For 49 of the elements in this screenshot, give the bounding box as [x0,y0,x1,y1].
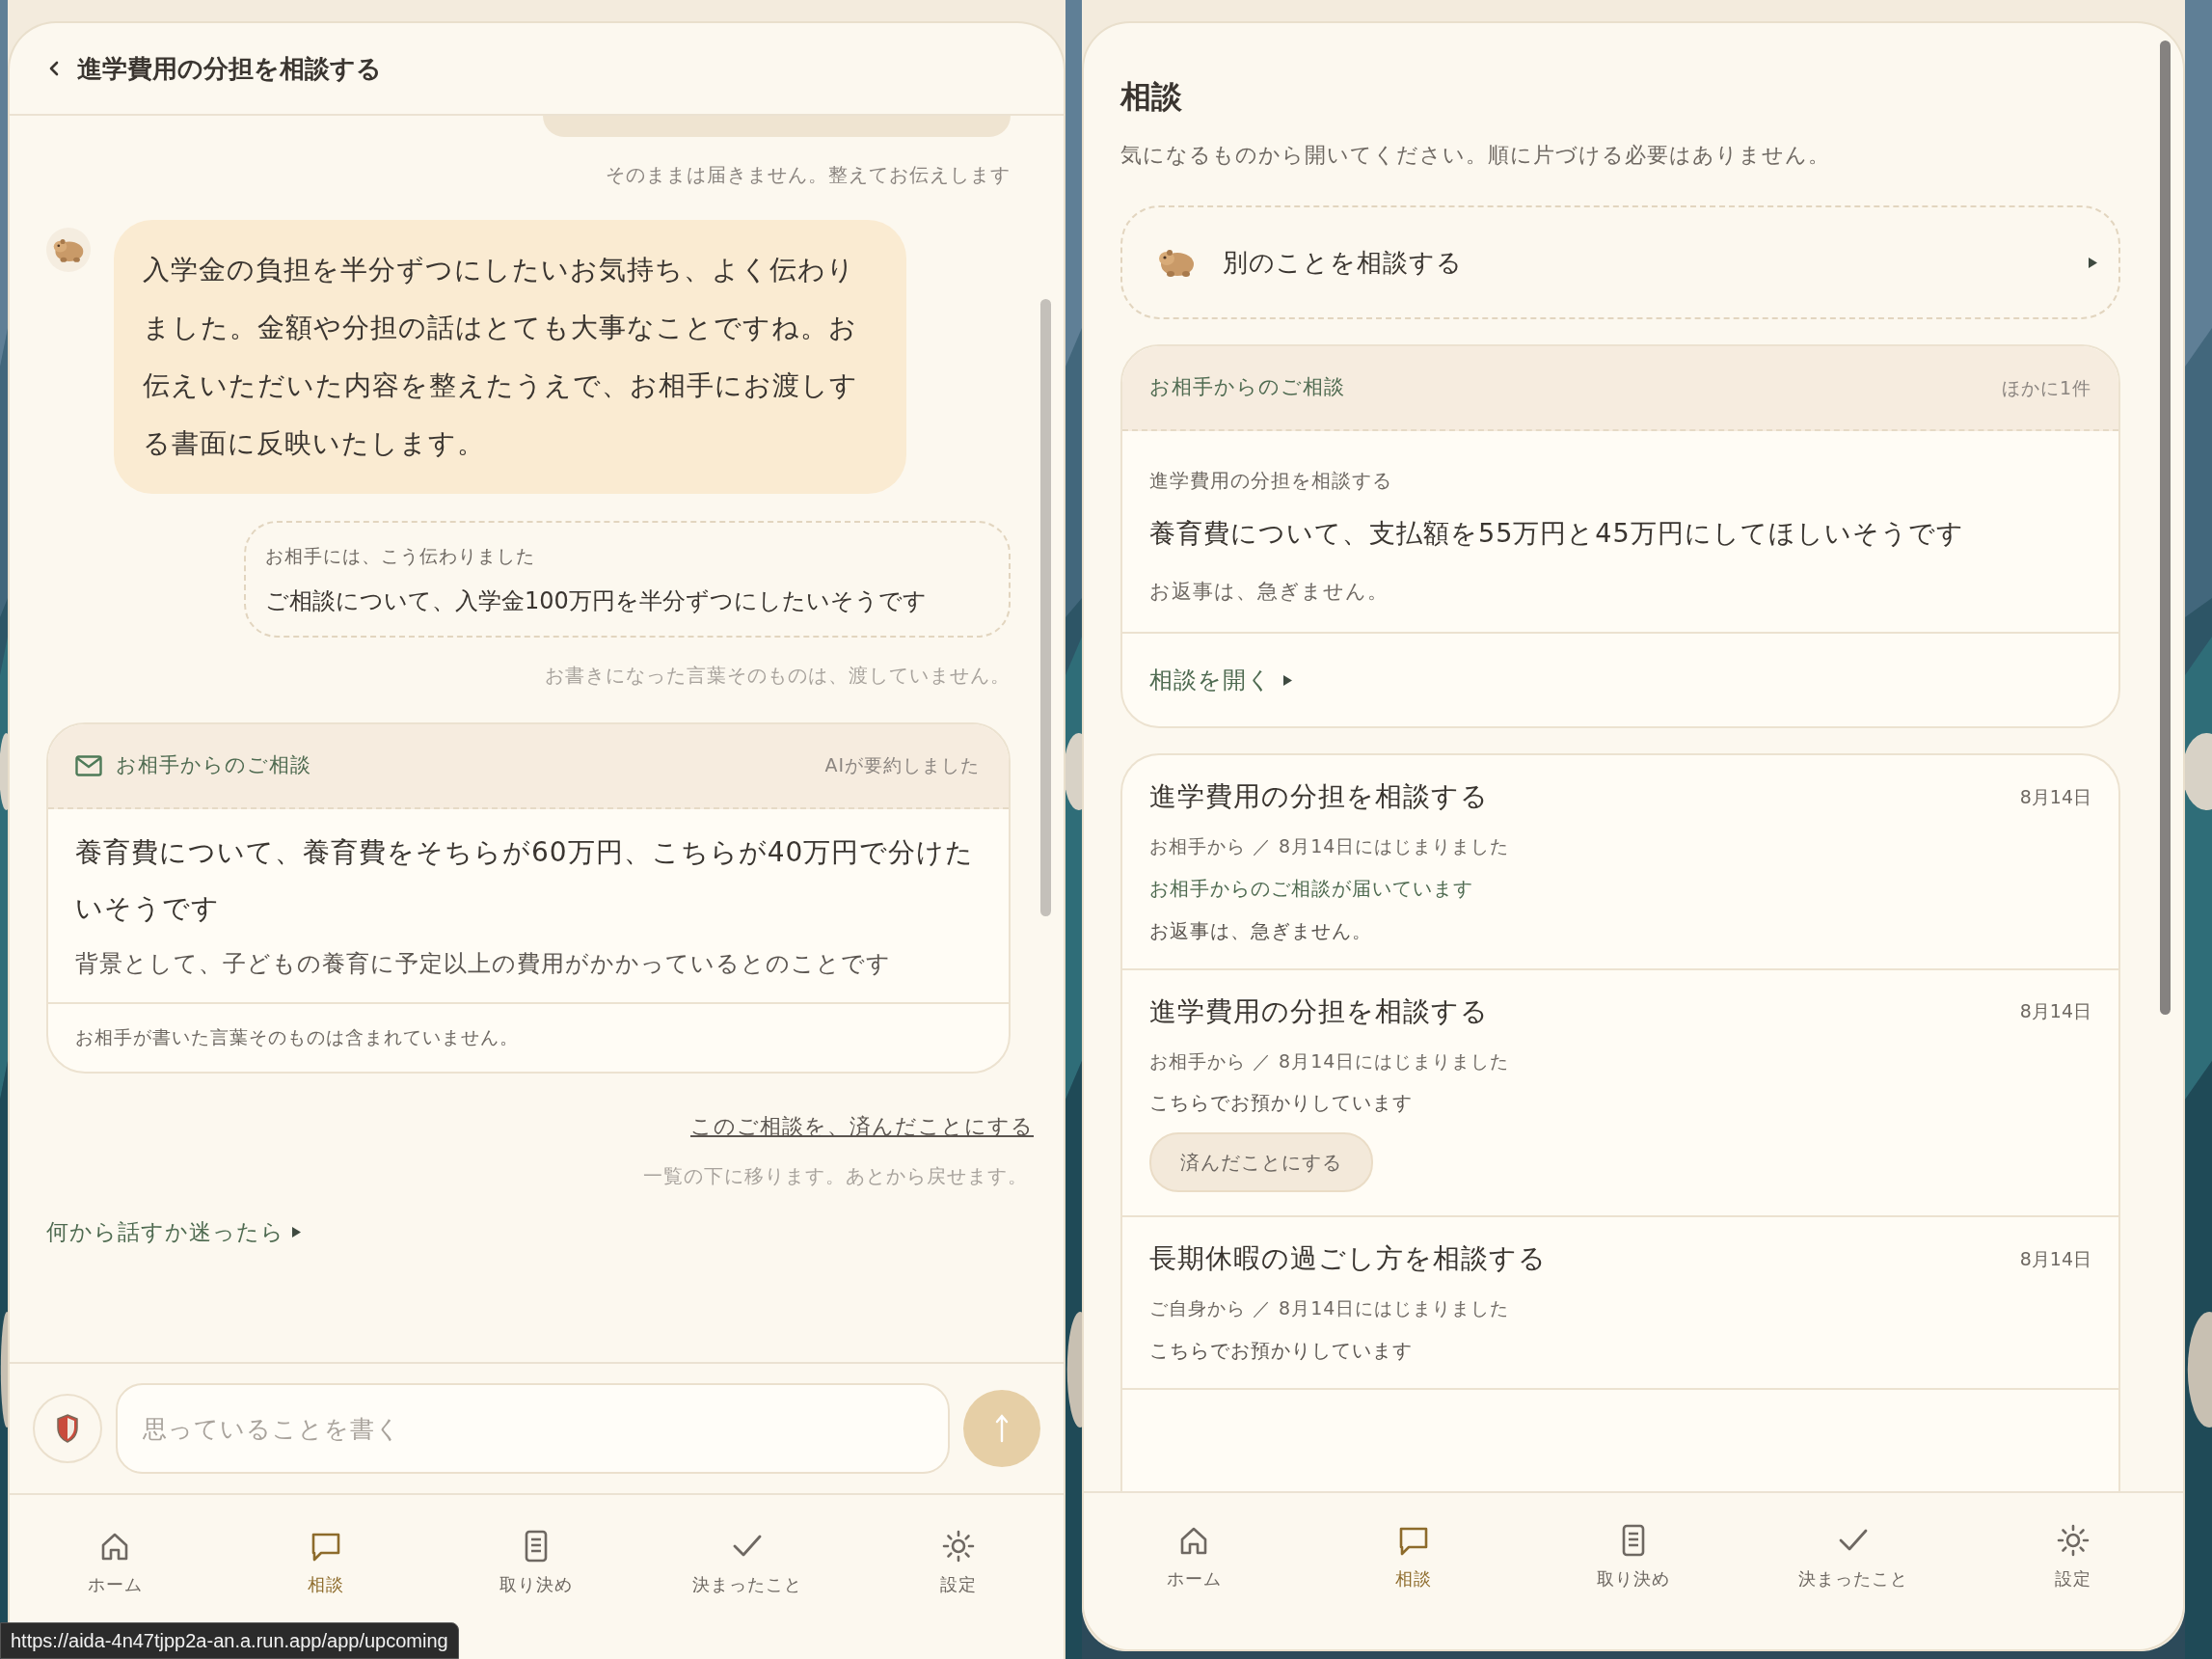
resolve-link[interactable]: このご相談を、済んだことにする [690,1110,1034,1142]
summary-text: 養育費について、支払額を55万円と45万円にしてほしいそうです [1148,517,1965,550]
nav-tab[interactable]: 取り決め [431,1527,642,1598]
screen-title: 相談 [1120,77,1183,117]
thread-date: 8月14日 [2019,784,2091,809]
nav-tab[interactable]: 設定 [852,1527,1064,1598]
status-text: こちらでお預かりしています [1149,1337,1414,1364]
open-link[interactable]: 相談を開く [1149,663,1292,697]
card-heading: お相手からのご相談 [116,751,312,778]
nav-tab[interactable]: ホーム [1084,1521,1304,1592]
card-footnote: お相手が書いた言葉そのものは含まれていません。 [48,1001,1009,1072]
nav-tab[interactable]: ホーム [10,1527,221,1598]
topic-label: 進学費用の分担を相談する [1148,468,1393,494]
nav-tab[interactable]: 相談 [1304,1521,1524,1592]
thread-meta: ご自身から ／ 8月14日にはじまりました [1149,1296,1511,1320]
nav-tab[interactable]: 決まったこと [641,1527,853,1598]
thread-title[interactable]: 進学費用の分担を相談する [1149,776,1489,817]
thread-date: 8月14日 [2019,1246,2091,1271]
delivery-note: そのままは届きません。整えてお伝えします [605,162,1011,188]
resolve-button[interactable]: 済んだことにする [1149,1132,1373,1192]
status-url: https://aida-4n47tjpp2a-an.a.run.app/app/upcoming [0,1622,459,1659]
summary-tag: AIが要約しました [824,751,980,779]
background-text: 背景として、子どもの養育に予定以上の費用がかかっているとのことです [74,948,892,979]
status-text: こちらでお預かりしています [1149,1090,1414,1116]
thread-date: 8月14日 [2019,999,2091,1024]
thread-meta: お相手から ／ 8月14日にはじまりました [1149,834,1511,858]
alert-text: お相手からのご相談が届いています [1149,875,1474,902]
nav-tab[interactable]: 設定 [1963,1521,2183,1592]
assistant-message: 入学金の負担を半分ずつにしたいお気持ち、よく伝わりました。金額や分担の話はとても大事なことですね。お伝えいただいた内容を整えたうえで、お相手にお渡しする書面に反映いたします。 [114,220,906,494]
screen-subtitle: 気になるものから開いてください。順に片づける必要はありません。 [1120,142,1831,169]
suggestion-toggle[interactable]: 何から話すか迷ったら [46,1215,301,1249]
screen-title: 進学費用の分担を相談する [77,52,382,85]
summary-text: 養育費について、養育費をそちらが60万円、こちらが40万円で分けたいそうです [74,834,976,926]
count-label: ほかに1件 [2001,375,2091,400]
thread-title[interactable]: 長期休暇の過ごし方を相談する [1149,1238,1547,1279]
nav-tab[interactable]: 決まったこと [1743,1521,1963,1592]
message-input[interactable]: 思っていることを書く [116,1383,950,1474]
thread-meta: お相手から ／ 8月14日にはじまりました [1149,1048,1511,1074]
urgency-text: お返事は、急ぎません。 [1148,578,1389,605]
status-text: お返事は、急ぎません。 [1149,917,1373,944]
summary-text: ご相談について、入学金100万円を半分ずつにしたいそうです [265,585,928,616]
resolve-note: 一覧の下に移ります。あとから戻せます。 [642,1163,1028,1189]
nav-tab[interactable]: 相談 [220,1527,432,1598]
card-label: お相手には、こう伝わりました [265,544,536,568]
new-topic-button[interactable]: 別のことを相談する [1120,205,2120,319]
privacy-note: お書きになった言葉そのものは、渡していません。 [544,662,1011,689]
card-heading: お相手からのご相談 [1149,374,1345,401]
nav-tab[interactable]: 取り決め [1524,1521,1743,1592]
thread-title[interactable]: 進学費用の分担を相談する [1149,991,1489,1032]
